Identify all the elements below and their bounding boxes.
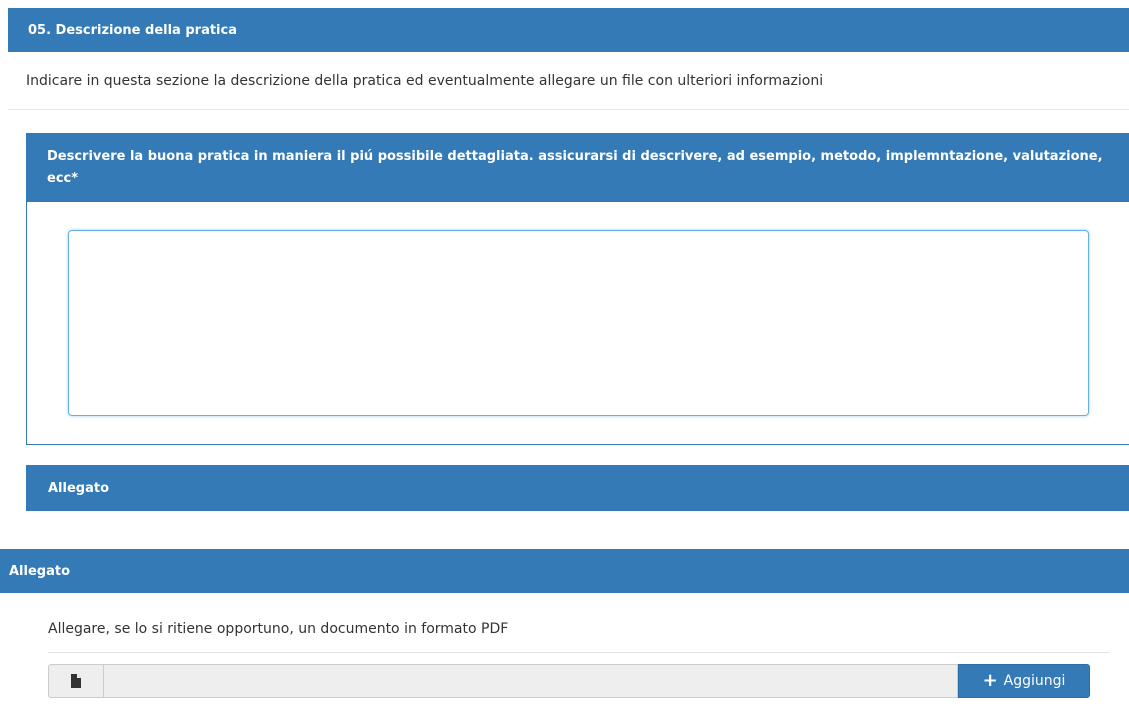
question-body [27, 202, 1129, 446]
question-label: Descrivere la buona pratica in maniera i… [27, 134, 1129, 202]
attachment-panel-title: Allegato [26, 465, 1129, 511]
add-file-button[interactable]: + Aggiungi [958, 664, 1090, 698]
plus-icon: + [982, 670, 998, 691]
section-intro: Indicare in questa sezione la descrizion… [8, 52, 1129, 110]
file-icon [48, 664, 104, 698]
description-section: 05. Descrizione della pratica Indicare i… [8, 8, 1129, 511]
description-question-panel: Descrivere la buona pratica in maniera i… [26, 133, 1129, 445]
attachment-section: Allegato Allegare, se lo si ritiene oppo… [0, 549, 1129, 720]
attachment-title: Allegato [0, 549, 1129, 593]
file-path-field[interactable] [104, 664, 958, 698]
section-title: 05. Descrizione della pratica [8, 8, 1129, 52]
attachment-help: Allegare, se lo si ritiene opportuno, un… [48, 609, 1110, 653]
add-file-label: Aggiungi [1003, 673, 1066, 689]
description-textarea[interactable] [68, 230, 1089, 416]
file-upload-group: + Aggiungi [48, 664, 1090, 698]
